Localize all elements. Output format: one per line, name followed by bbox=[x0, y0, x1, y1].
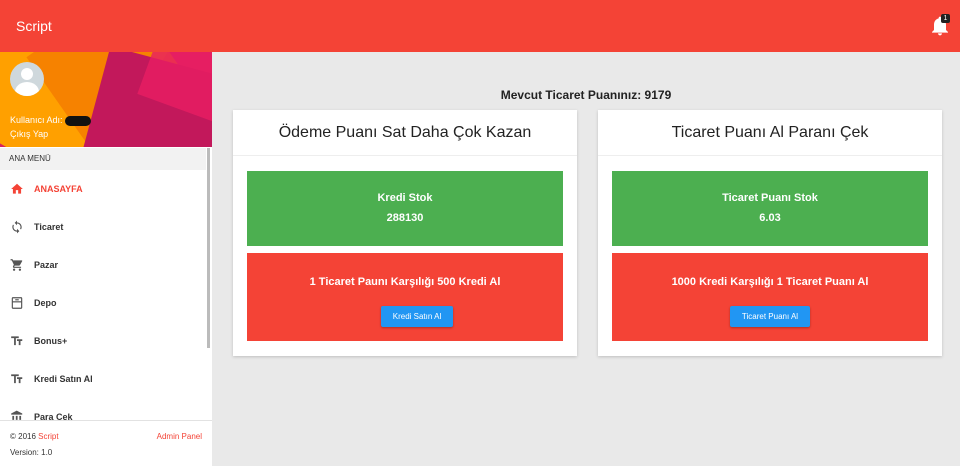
logout-link[interactable]: Çıkış Yap bbox=[10, 129, 48, 139]
buy-trade-points-button[interactable]: Ticaret Puanı Al bbox=[730, 306, 810, 327]
offer-text: 1 Ticaret Paunı Karşılığı 500 Kredi Al bbox=[309, 276, 501, 288]
username-label: Kullanıcı Adı: bbox=[10, 115, 91, 126]
stock-label: Ticaret Puanı Stok bbox=[722, 192, 818, 204]
offer-box: 1 Ticaret Paunı Karşılığı 500 Kredi Al K… bbox=[247, 253, 563, 341]
copyright-text: © 2016 Script bbox=[10, 432, 59, 441]
sidebar-item-label: Depo bbox=[34, 298, 57, 308]
storage-icon bbox=[11, 297, 23, 309]
sidebar-item-bonus[interactable]: Bonus+ bbox=[0, 322, 206, 360]
admin-panel-link[interactable]: Admin Panel bbox=[157, 432, 202, 441]
offer-box: 1000 Kredi Karşılığı 1 Ticaret Puanı Al … bbox=[612, 253, 928, 341]
sidebar-item-pazar[interactable]: Pazar bbox=[0, 246, 206, 284]
sidebar-footer: © 2016 Script Admin Panel Version: 1.0 bbox=[0, 420, 212, 466]
sidebar-item-label: Bonus+ bbox=[34, 336, 68, 346]
credit-stock-box: Kredi Stok 288130 bbox=[247, 171, 563, 246]
avatar[interactable] bbox=[10, 62, 44, 96]
sidebar: Kullanıcı Adı: Çıkış Yap ANA MENÜ ANASAY… bbox=[0, 52, 212, 466]
sidebar-item-depo[interactable]: Depo bbox=[0, 284, 206, 322]
stock-value: 6.03 bbox=[759, 212, 781, 224]
offer-text: 1000 Kredi Karşılığı 1 Ticaret Puanı Al bbox=[671, 276, 869, 288]
buy-credit-button[interactable]: Kredi Satın Al bbox=[381, 306, 453, 327]
sidebar-item-label: Pazar bbox=[34, 260, 59, 270]
brand-title[interactable]: Script bbox=[16, 18, 52, 34]
buy-points-card: Ticaret Puanı Al Paranı Çek Ticaret Puan… bbox=[598, 110, 942, 356]
top-app-bar: Script 1 bbox=[0, 0, 960, 52]
stock-value: 288130 bbox=[386, 212, 424, 224]
sidebar-item-label: ANASAYFA bbox=[34, 184, 83, 194]
points-title: Mevcut Ticaret Puanınız: 9179 bbox=[500, 88, 672, 102]
sync-icon bbox=[12, 220, 22, 234]
trade-points-stock-box: Ticaret Puanı Stok 6.03 bbox=[612, 171, 928, 246]
sidebar-menu: ANASAYFA Ticaret Pazar Depo Bonus+ Kredi… bbox=[0, 170, 206, 436]
cart-icon bbox=[10, 259, 23, 271]
profile-header: Kullanıcı Adı: Çıkış Yap bbox=[0, 52, 212, 147]
text-icon bbox=[11, 336, 23, 346]
sidebar-item-label: Kredi Satın Al bbox=[34, 374, 93, 384]
sell-points-card: Ödeme Puanı Sat Daha Çok Kazan Kredi Sto… bbox=[233, 110, 577, 356]
notification-count-badge: 1 bbox=[941, 14, 950, 23]
menu-header: ANA MENÜ bbox=[0, 148, 206, 170]
copyright-brand-link[interactable]: Script bbox=[38, 432, 58, 441]
stock-label: Kredi Stok bbox=[377, 192, 433, 204]
sidebar-item-kredi-satin-al[interactable]: Kredi Satın Al bbox=[0, 360, 206, 398]
home-icon bbox=[11, 183, 23, 194]
sidebar-item-label: Ticaret bbox=[34, 222, 64, 232]
sidebar-item-anasayfa[interactable]: ANASAYFA bbox=[0, 170, 206, 208]
card-title: Ödeme Puanı Sat Daha Çok Kazan bbox=[233, 110, 577, 156]
text-icon bbox=[11, 374, 23, 384]
version-text: Version: 1.0 bbox=[10, 448, 53, 457]
card-title: Ticaret Puanı Al Paranı Çek bbox=[598, 110, 942, 156]
sidebar-item-ticaret[interactable]: Ticaret bbox=[0, 208, 206, 246]
sidebar-scrollbar[interactable] bbox=[207, 148, 210, 348]
redacted-username bbox=[64, 115, 91, 126]
